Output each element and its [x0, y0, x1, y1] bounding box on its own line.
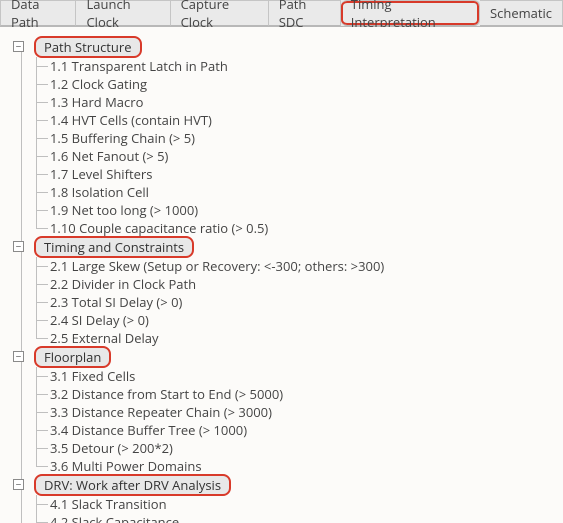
tree-item[interactable]: 1.5 Buffering Chain (> 5) — [50, 129, 563, 147]
tree-group-label[interactable]: Timing and Constraints — [34, 236, 194, 258]
tree-group-label[interactable]: Path Structure — [34, 36, 142, 58]
tree-item[interactable]: 3.1 Fixed Cells — [50, 367, 563, 385]
tree-group: −Floorplan3.1 Fixed Cells3.2 Distance fr… — [8, 347, 563, 475]
tree-children: 2.1 Large Skew (Setup or Recovery: <-300… — [8, 257, 563, 347]
tree-group-label[interactable]: Floorplan — [34, 346, 111, 368]
tab-timing-interpretation[interactable]: Timing Interpretation — [341, 0, 480, 26]
tree-item[interactable]: 3.5 Detour (> 200*2) — [50, 439, 563, 457]
tab-launch-clock[interactable]: Launch Clock — [76, 0, 170, 26]
tree-item[interactable]: 1.3 Hard Macro — [50, 93, 563, 111]
tree-item[interactable]: 4.1 Slack Transition — [50, 495, 563, 513]
tree-item[interactable]: 2.2 Divider in Clock Path — [50, 275, 563, 293]
collapse-icon[interactable]: − — [13, 351, 24, 362]
tree-group: −Path Structure1.1 Transparent Latch in … — [8, 37, 563, 237]
tree-children: 4.1 Slack Transition4.2 Slack Capacitanc… — [8, 495, 563, 523]
tree-group-label[interactable]: DRV: Work after DRV Analysis — [34, 474, 231, 496]
tree-group: −Timing and Constraints2.1 Large Skew (S… — [8, 237, 563, 347]
tree-children: 3.1 Fixed Cells3.2 Distance from Start t… — [8, 367, 563, 475]
tree-item[interactable]: 1.6 Net Fanout (> 5) — [50, 147, 563, 165]
tab-schematic[interactable]: Schematic — [480, 0, 563, 26]
tree-group-header[interactable]: −Path Structure — [8, 37, 563, 57]
collapse-icon[interactable]: − — [13, 41, 24, 52]
tree-item[interactable]: 2.1 Large Skew (Setup or Recovery: <-300… — [50, 257, 563, 275]
tree-item[interactable]: 3.6 Multi Power Domains — [50, 457, 563, 475]
tree-item[interactable]: 1.10 Couple capacitance ratio (> 0.5) — [50, 219, 563, 237]
tree-group-header[interactable]: −Timing and Constraints — [8, 237, 563, 257]
tree-group: −DRV: Work after DRV Analysis4.1 Slack T… — [8, 475, 563, 523]
tree-item[interactable]: 1.8 Isolation Cell — [50, 183, 563, 201]
collapse-icon[interactable]: − — [13, 241, 24, 252]
tree-item[interactable]: 3.4 Distance Buffer Tree (> 1000) — [50, 421, 563, 439]
tab-capture-clock[interactable]: Capture Clock — [171, 0, 269, 26]
tree-item[interactable]: 1.9 Net too long (> 1000) — [50, 201, 563, 219]
tree-item[interactable]: 2.4 SI Delay (> 0) — [50, 311, 563, 329]
tree-item[interactable]: 1.7 Level Shifters — [50, 165, 563, 183]
tree-item[interactable]: 3.3 Distance Repeater Chain (> 3000) — [50, 403, 563, 421]
tree-item[interactable]: 2.5 External Delay — [50, 329, 563, 347]
tree-group-header[interactable]: −Floorplan — [8, 347, 563, 367]
collapse-icon[interactable]: − — [13, 479, 24, 490]
tree-group-header[interactable]: −DRV: Work after DRV Analysis — [8, 475, 563, 495]
tree-item[interactable]: 2.3 Total SI Delay (> 0) — [50, 293, 563, 311]
tree-children: 1.1 Transparent Latch in Path1.2 Clock G… — [8, 57, 563, 237]
tree-item[interactable]: 1.1 Transparent Latch in Path — [50, 57, 563, 75]
tree-item[interactable]: 3.2 Distance from Start to End (> 5000) — [50, 385, 563, 403]
tree-item[interactable]: 1.2 Clock Gating — [50, 75, 563, 93]
tab-bar: Data PathLaunch ClockCapture ClockPath S… — [0, 0, 563, 27]
tab-path-sdc[interactable]: Path SDC — [269, 0, 341, 26]
tree-view: −Path Structure1.1 Transparent Latch in … — [0, 27, 563, 523]
tree-item[interactable]: 1.4 HVT Cells (contain HVT) — [50, 111, 563, 129]
tab-data-path[interactable]: Data Path — [0, 0, 76, 26]
tree-item[interactable]: 4.2 Slack Capacitance — [50, 513, 563, 523]
